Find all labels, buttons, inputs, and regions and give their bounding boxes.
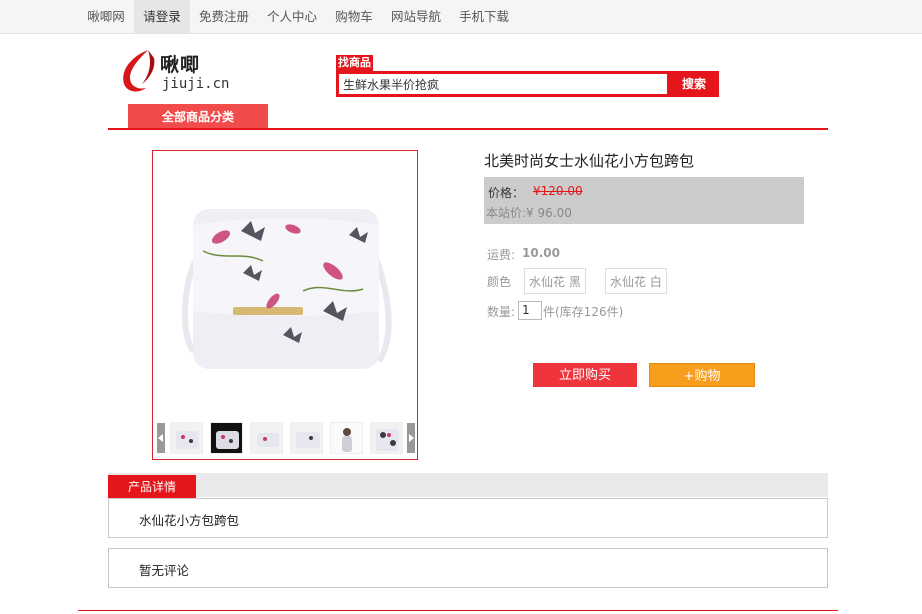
thumbnail-1[interactable] — [170, 422, 203, 454]
logo-chinese-text: 啾唧 — [160, 54, 201, 76]
tab-product-details[interactable]: 产品详情 — [108, 475, 196, 498]
reviews-panel: 暂无评论 — [108, 548, 828, 588]
thumbnail-2[interactable] — [210, 422, 243, 454]
thumbnail-3[interactable] — [250, 422, 283, 454]
shipping-label: 运费: — [487, 248, 516, 262]
site-logo[interactable]: 啾唧 jiuji.cn — [118, 48, 229, 96]
header-divider — [108, 128, 828, 130]
reviews-text: 暂无评论 — [139, 563, 190, 578]
quantity-label: 数量: — [487, 305, 516, 319]
all-categories-button[interactable]: 全部商品分类 — [128, 104, 268, 128]
product-gallery — [152, 150, 418, 460]
nav-cart-link[interactable]: 购物车 — [328, 0, 380, 33]
add-to-cart-button[interactable]: +购物 — [649, 363, 755, 387]
nav-site-map-link[interactable]: 网站导航 — [384, 0, 448, 33]
search-button[interactable]: 搜索 — [669, 71, 719, 97]
stock-text: 件(库存126件) — [543, 305, 624, 319]
nav-user-center-link[interactable]: 个人中心 — [260, 0, 324, 33]
thumbnail-5[interactable] — [330, 422, 363, 454]
nav-register-link[interactable]: 免费注册 — [192, 0, 256, 33]
product-details-text: 水仙花小方包跨包 — [139, 513, 240, 528]
color-label: 颜色 — [487, 275, 512, 289]
product-title: 北美时尚女士水仙花小方包跨包 — [484, 152, 695, 170]
quantity-input[interactable]: 1 — [518, 301, 542, 320]
original-price: ¥120.00 — [533, 184, 583, 198]
product-main-image — [182, 209, 392, 369]
thumbnail-4[interactable] — [290, 422, 323, 454]
search-tag: 找商品 — [336, 55, 373, 71]
logo-domain-text: jiuji.cn — [162, 76, 230, 92]
details-tab-bar — [108, 473, 828, 497]
search-input[interactable] — [343, 75, 663, 93]
thumbnail-prev-arrow[interactable] — [157, 423, 165, 453]
price-label: 价格： — [488, 186, 525, 200]
site-price: 本站价:¥ 96.00 — [486, 206, 572, 220]
nav-login-link[interactable]: 请登录 — [134, 0, 190, 33]
color-option-black[interactable]: 水仙花 黑 — [524, 268, 586, 294]
product-details-panel: 水仙花小方包跨包 — [108, 498, 828, 538]
color-option-white[interactable]: 水仙花 白 — [605, 268, 667, 294]
thumbnail-6[interactable] — [370, 422, 403, 454]
logo-flame-icon — [123, 50, 155, 92]
nav-home-link[interactable]: 啾唧网 — [80, 0, 132, 33]
price-box: 价格： ¥120.00 本站价:¥ 96.00 — [484, 177, 804, 224]
shipping-value: 10.00 — [522, 246, 560, 260]
search-box — [336, 71, 670, 97]
thumbnail-next-arrow[interactable] — [407, 423, 415, 453]
nav-mobile-download-link[interactable]: 手机下载 — [452, 0, 516, 33]
thumbnail-strip — [157, 421, 415, 455]
top-nav-bar: 啾唧网 请登录 免费注册 个人中心 购物车 网站导航 手机下载 — [0, 0, 922, 34]
buy-now-button[interactable]: 立即购买 — [533, 363, 637, 387]
footer-divider — [78, 610, 838, 611]
